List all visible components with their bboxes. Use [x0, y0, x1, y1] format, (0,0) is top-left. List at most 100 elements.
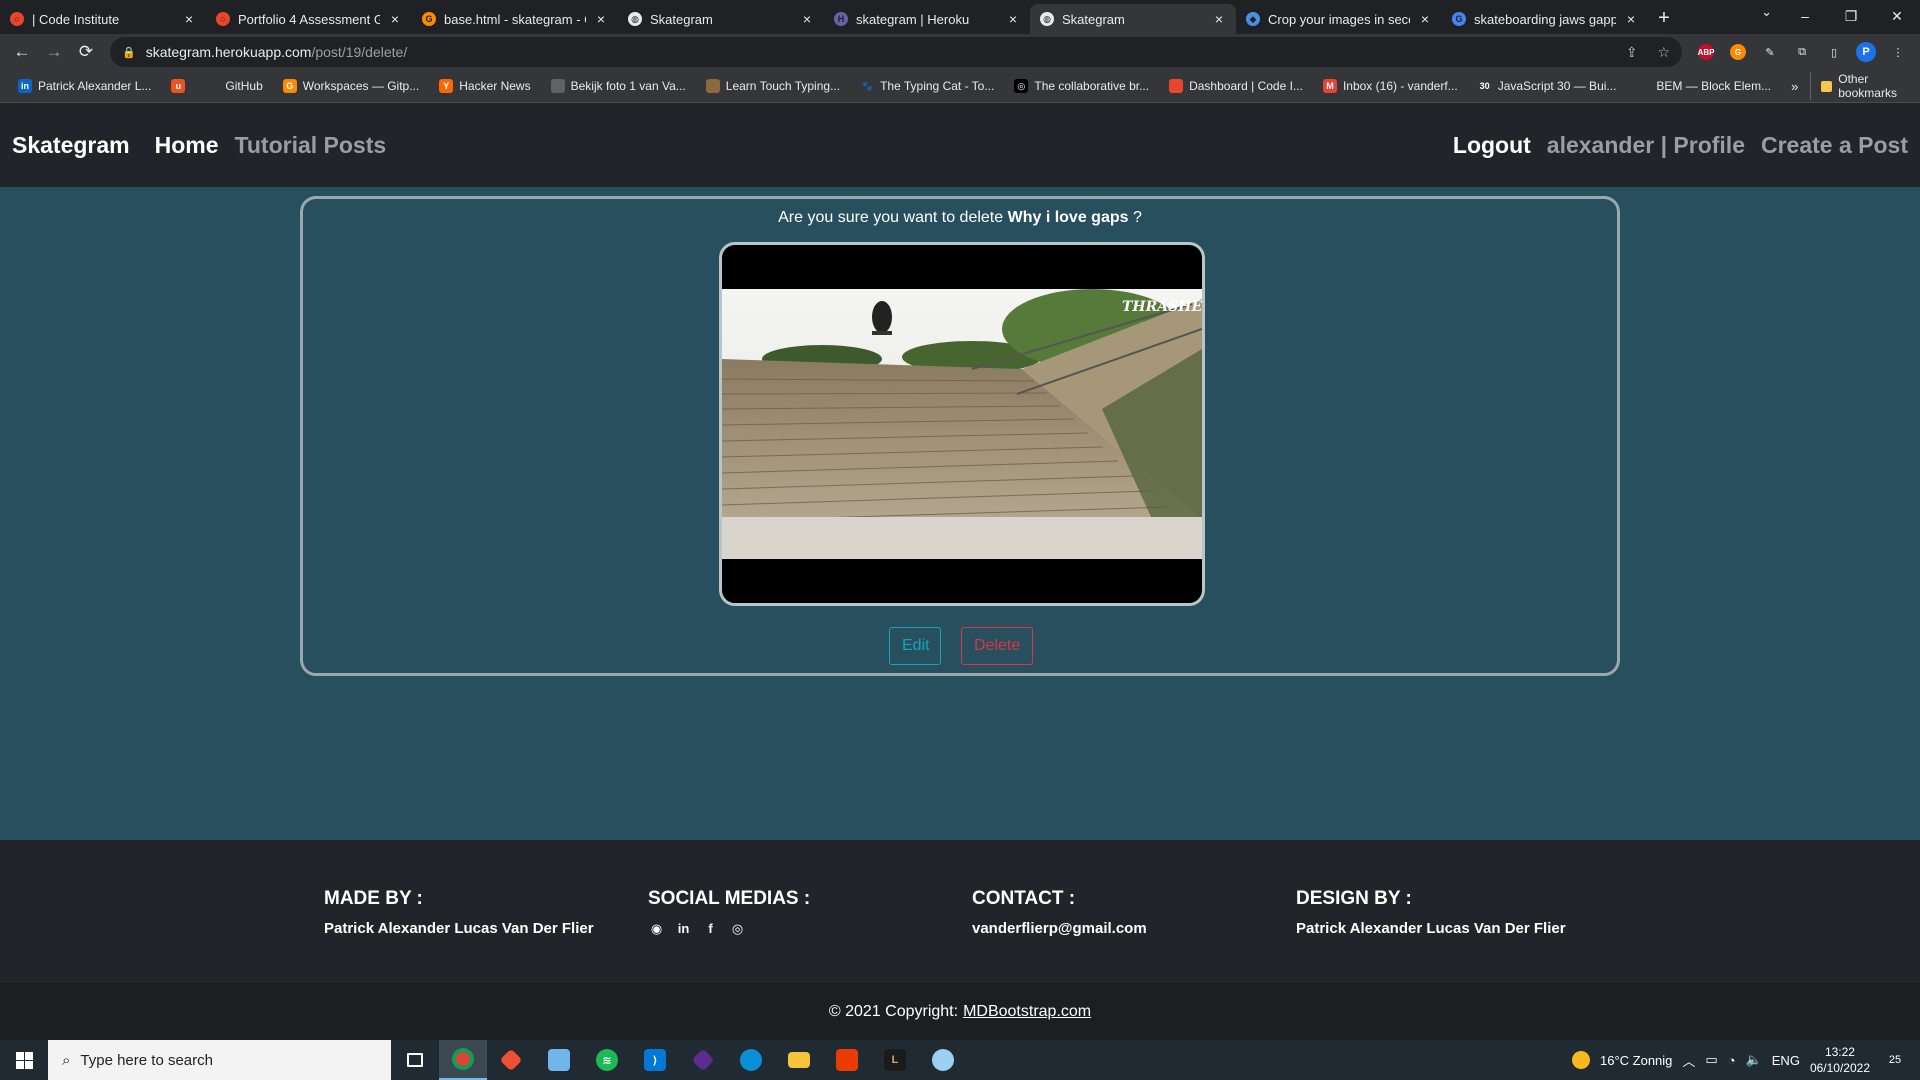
bookmark-item[interactable]: Learn Touch Typing... — [698, 79, 848, 93]
task-view-icon[interactable] — [391, 1040, 439, 1080]
spotify-taskbar-icon[interactable]: ≋ — [583, 1040, 631, 1080]
bookmark-item[interactable]: 🐾 The Typing Cat - To... — [852, 79, 1002, 93]
bookmark-item[interactable]: ◎ The collaborative br... — [1006, 79, 1157, 93]
tab-close-icon[interactable]: × — [1006, 11, 1020, 27]
contact-email[interactable]: vanderflierp@gmail.com — [972, 920, 1147, 937]
notepad-taskbar-icon[interactable] — [535, 1040, 583, 1080]
league-taskbar-icon[interactable]: L — [871, 1040, 919, 1080]
new-tab-button[interactable]: + — [1648, 4, 1680, 34]
gitpod-extension-icon[interactable]: G — [1724, 38, 1752, 66]
browser-tab[interactable]: ○ | Code Institute × — [0, 4, 206, 34]
clock[interactable]: 13:22 06/10/2022 — [1810, 1044, 1870, 1076]
mdbootstrap-link[interactable]: MDBootstrap.com — [963, 1003, 1091, 1021]
chrome-taskbar-icon[interactable] — [439, 1040, 487, 1080]
visual-studio-taskbar-icon[interactable] — [679, 1040, 727, 1080]
tray-chevron-icon[interactable]: ︿ — [1682, 1051, 1695, 1070]
bookmark-item[interactable]: 30 JavaScript 30 — Bui... — [1470, 79, 1625, 93]
tab-close-icon[interactable]: × — [594, 11, 608, 27]
bookmark-item[interactable]: in Patrick Alexander L... — [10, 79, 159, 93]
browser-menu-icon[interactable]: ⋮ — [1884, 38, 1912, 66]
tab-title: Skategram — [1062, 11, 1125, 27]
other-bookmarks-label: Other bookmarks — [1838, 72, 1897, 100]
tab-close-icon[interactable]: × — [800, 11, 814, 27]
close-window-icon[interactable]: ✕ — [1874, 0, 1920, 32]
browser-tab[interactable]: Hskategram | Heroku × — [824, 4, 1030, 34]
nav-create-post-link[interactable]: Create a Post — [1761, 132, 1908, 159]
hacker-news-icon: Y — [439, 79, 454, 93]
bookmark-item[interactable]: Y Hacker News — [431, 79, 538, 93]
bookmark-label: Dashboard | Code I... — [1189, 79, 1303, 93]
nav-profile-link[interactable]: alexander | Profile — [1547, 132, 1745, 159]
nav-logout-link[interactable]: Logout — [1453, 132, 1531, 159]
window-controls: – ❐ ✕ — [1782, 0, 1920, 32]
tab-close-icon[interactable]: × — [1212, 11, 1226, 27]
volume-icon[interactable]: 🔈 — [1746, 1052, 1762, 1068]
minimize-icon[interactable]: – — [1782, 0, 1828, 32]
side-panel-icon[interactable]: ▯ — [1820, 38, 1848, 66]
lock-icon: 🔒 — [122, 46, 136, 59]
browser-tab[interactable]: Gskateboarding jaws gappin × — [1442, 4, 1648, 34]
edge-taskbar-icon[interactable] — [727, 1040, 775, 1080]
network-icon[interactable]: ◔ — [1728, 1053, 1736, 1068]
share-icon[interactable]: ⇪ — [1626, 44, 1638, 61]
tab-close-icon[interactable]: × — [388, 11, 402, 27]
pen-extension-icon[interactable]: ✎ — [1756, 38, 1784, 66]
bookmark-item[interactable]: Bekijk foto 1 van Va... — [543, 79, 694, 93]
linkedin-icon[interactable]: in — [675, 920, 692, 937]
bookmark-label: GitHub — [225, 79, 263, 93]
bookmark-star-icon[interactable]: ☆ — [1657, 44, 1670, 61]
restore-icon[interactable]: ❐ — [1828, 0, 1874, 32]
github-icon[interactable]: ◉ — [648, 920, 665, 937]
nav-home-link[interactable]: Home — [155, 132, 219, 159]
tab-search-icon[interactable]: ⌄ — [1761, 4, 1772, 20]
tab-close-icon[interactable]: × — [182, 11, 196, 27]
tray-device-icon[interactable]: ▭ — [1705, 1052, 1717, 1068]
browser-tab[interactable]: Gbase.html - skategram - G × — [412, 4, 618, 34]
tab-title: Crop your images in secon — [1268, 11, 1410, 27]
file-explorer-taskbar-icon[interactable] — [775, 1040, 823, 1080]
reload-icon[interactable]: ⟳ — [72, 38, 100, 66]
office-taskbar-icon[interactable] — [823, 1040, 871, 1080]
edit-button[interactable]: Edit — [889, 627, 941, 665]
forward-icon[interactable]: → — [40, 38, 68, 66]
profile-avatar[interactable]: P — [1852, 38, 1880, 66]
delete-button[interactable]: Delete — [961, 627, 1033, 665]
bookmark-label: The collaborative br... — [1034, 79, 1150, 93]
extensions-puzzle-icon[interactable]: ⧉ — [1788, 38, 1816, 66]
bookmark-item[interactable]: GitHub — [197, 79, 270, 93]
nav-tutorial-posts-link[interactable]: Tutorial Posts — [235, 132, 387, 159]
bookmark-item[interactable]: Dashboard | Code I... — [1161, 79, 1311, 93]
browser-tab[interactable]: ◍ Skategram × — [618, 4, 824, 34]
thrasher-watermark: THRASHER — [1122, 299, 1202, 315]
facebook-icon[interactable]: f — [702, 920, 719, 937]
bookmark-label: JavaScript 30 — Bui... — [1497, 79, 1617, 93]
adblock-plus-icon[interactable]: ABP — [1692, 38, 1720, 66]
back-icon[interactable]: ← — [8, 38, 36, 66]
design-by-heading: DESIGN BY : — [1296, 888, 1412, 909]
taskbar-search[interactable]: ⌕ Type here to search — [48, 1040, 391, 1080]
bookmarks-overflow-button[interactable]: » — [1783, 79, 1806, 94]
vscode-taskbar-icon[interactable]: ⟩ — [631, 1040, 679, 1080]
instagram-icon[interactable]: ◎ — [729, 920, 746, 937]
browser-tab[interactable]: ◆ Crop your images in secon × — [1236, 4, 1442, 34]
browser-tab[interactable]: ○ Portfolio 4 Assessment Gu × — [206, 4, 412, 34]
bookmark-item[interactable]: M Inbox (16) - vanderf... — [1315, 79, 1466, 93]
other-bookmarks-folder[interactable]: Other bookmarks — [1810, 72, 1910, 100]
git-taskbar-icon[interactable] — [487, 1040, 535, 1080]
tab-close-icon[interactable]: × — [1418, 11, 1432, 27]
site-brand[interactable]: Skategram — [12, 132, 130, 159]
action-buttons: Edit Delete — [303, 627, 1617, 665]
bookmark-item[interactable]: BEM — Block Elem... — [1628, 79, 1779, 93]
tab-close-icon[interactable]: × — [1624, 11, 1638, 27]
weather-text[interactable]: 16°C Zonnig — [1600, 1053, 1672, 1068]
bookmark-item[interactable]: G Workspaces — Gitp... — [275, 79, 427, 93]
bookmark-item[interactable]: u — [163, 79, 193, 93]
cat-paw-icon: 🐾 — [860, 79, 875, 93]
language-indicator[interactable]: ENG — [1772, 1053, 1800, 1068]
code-institute-icon: ○ — [10, 12, 24, 26]
notifications-icon[interactable]: 25 — [1880, 1045, 1910, 1075]
browser-tab[interactable]: ◍ Skategram × — [1030, 4, 1236, 34]
start-button[interactable] — [0, 1040, 48, 1080]
paint-taskbar-icon[interactable] — [919, 1040, 967, 1080]
address-bar[interactable]: 🔒 skategram.herokuapp.com/post/19/delete… — [110, 37, 1682, 67]
